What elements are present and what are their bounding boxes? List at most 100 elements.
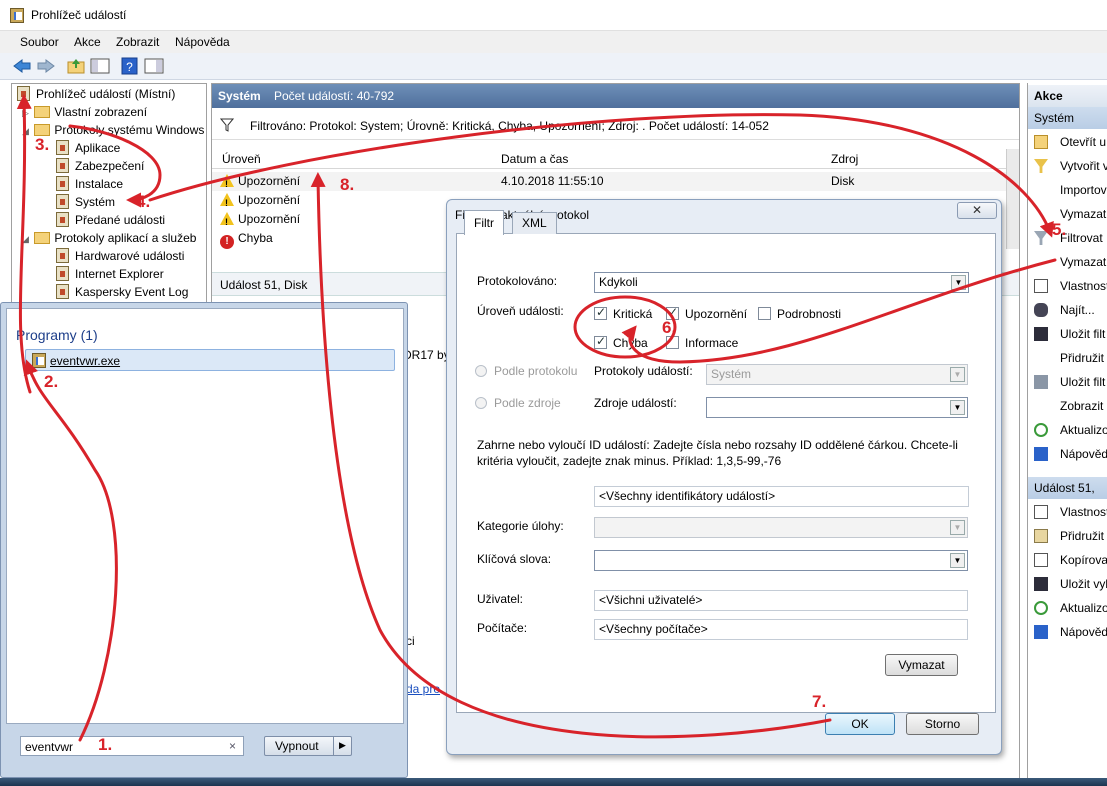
- tree-item-app-service-logs[interactable]: ◢ Protokoly aplikací a služeb: [22, 229, 196, 247]
- column-date[interactable]: Datum a čas: [501, 152, 568, 166]
- tree-item-root[interactable]: Prohlížeč událostí (Místní): [17, 85, 175, 103]
- tree-item-aplikace[interactable]: Aplikace: [56, 139, 120, 157]
- checkbox-podrobnosti[interactable]: [758, 307, 771, 320]
- action-view[interactable]: Zobrazit: [1028, 394, 1107, 418]
- properties-icon: [1034, 505, 1048, 519]
- forward-arrow-icon[interactable]: [36, 57, 56, 75]
- search-input[interactable]: eventvwr ×: [20, 736, 244, 756]
- action-help[interactable]: Nápověd: [1028, 442, 1107, 466]
- user-input[interactable]: <Všichni uživatelé>: [594, 590, 968, 611]
- action-clear-log[interactable]: Vymazat: [1028, 202, 1107, 226]
- tree-item-instalace[interactable]: Instalace: [56, 175, 123, 193]
- action-open-log[interactable]: Otevřít u: [1028, 130, 1107, 154]
- ok-button[interactable]: OK: [825, 713, 895, 735]
- checkbox-chyba[interactable]: [594, 334, 607, 349]
- checkbox-kriticka[interactable]: [594, 305, 607, 320]
- help-icon[interactable]: ?: [120, 57, 140, 75]
- help-icon: [1034, 625, 1048, 639]
- action-event-attach-task[interactable]: Přidružit: [1028, 524, 1107, 548]
- action-filter[interactable]: Filtrovat: [1028, 226, 1107, 250]
- menu-zobrazit[interactable]: Zobrazit: [116, 35, 159, 49]
- event-viewer-icon: [10, 8, 24, 23]
- tree-item-zabezpeceni[interactable]: Zabezpečení: [56, 157, 144, 175]
- computer-input[interactable]: <Všechny počítače>: [594, 619, 968, 640]
- event-id-input[interactable]: <Všechny identifikátory událostí>: [594, 486, 969, 507]
- menu-napoveda[interactable]: Nápověda: [175, 35, 230, 49]
- collapse-arrow-icon[interactable]: ◢: [22, 230, 31, 248]
- filter-bar: Filtrováno: Protokol: System; Úrovně: Kr…: [212, 110, 1019, 140]
- close-icon[interactable]: ✕: [957, 202, 997, 219]
- folder-up-icon[interactable]: [66, 57, 86, 75]
- save-filter-icon: [1034, 375, 1048, 389]
- results-group-title: Programy (1): [16, 327, 98, 343]
- annotation-label: 4.: [136, 192, 151, 211]
- shutdown-button[interactable]: Vypnout ▶: [264, 736, 352, 756]
- keywords-label: Klíčová slova:: [477, 552, 552, 566]
- tree-item-internet-explorer[interactable]: Internet Explorer: [56, 265, 164, 283]
- action-properties[interactable]: Vlastnost: [1028, 274, 1107, 298]
- action-attach-task[interactable]: Přidružit: [1028, 346, 1107, 370]
- events-grid-header: Úroveň Datum a čas Zdroj: [212, 149, 1007, 169]
- keywords-select[interactable]: ▼: [594, 550, 968, 571]
- action-refresh[interactable]: Aktualizo: [1028, 418, 1107, 442]
- tree-item-system[interactable]: Systém: [56, 193, 115, 211]
- action-event-help[interactable]: Nápověd: [1028, 620, 1107, 644]
- action-event-properties[interactable]: Vlastnost: [1028, 500, 1107, 524]
- tree-item-custom-views[interactable]: ▷ Vlastní zobrazení: [22, 103, 147, 121]
- folder-icon: [34, 106, 51, 118]
- collapse-arrow-icon[interactable]: ◢: [22, 122, 31, 140]
- logged-select[interactable]: Kdykoli ▼: [594, 272, 969, 293]
- log-icon: [56, 176, 69, 191]
- action-event-refresh[interactable]: Aktualizo: [1028, 596, 1107, 620]
- cancel-button[interactable]: Storno: [906, 713, 979, 735]
- tree-item-windows-logs[interactable]: ◢ Protokoly systému Windows: [22, 121, 204, 139]
- tab-xml[interactable]: XML: [512, 212, 557, 234]
- action-create-view[interactable]: Vytvořit v: [1028, 154, 1107, 178]
- event-level-label: Úroveň události:: [477, 304, 564, 318]
- result-item-eventvwr[interactable]: eventvwr.exe: [25, 349, 395, 371]
- radio-by-log[interactable]: [475, 365, 487, 377]
- task-category-select[interactable]: ▼: [594, 517, 968, 538]
- chevron-down-icon: ▼: [950, 400, 965, 415]
- show-hide-action-pane-icon[interactable]: [144, 57, 164, 75]
- folder-icon: [34, 232, 51, 244]
- menu-akce[interactable]: Akce: [74, 35, 101, 49]
- tab-filtr[interactable]: Filtr: [464, 210, 504, 235]
- task-icon: [1034, 529, 1048, 543]
- expand-arrow-icon[interactable]: ▷: [22, 104, 31, 122]
- events-header: Systém Počet událostí: 40-792: [212, 84, 1019, 108]
- radio-by-source[interactable]: [475, 397, 487, 409]
- shutdown-options-arrow-icon[interactable]: ▶: [339, 740, 346, 751]
- actions-section-system[interactable]: Systém: [1028, 107, 1107, 129]
- tree-item-hardware-events[interactable]: Hardwarové události: [56, 247, 184, 265]
- actions-section-event[interactable]: Událost 51, Di: [1028, 477, 1107, 517]
- action-save-filter[interactable]: Uložit filt: [1028, 370, 1107, 394]
- events-scrollbar[interactable]: [1006, 149, 1019, 249]
- table-row[interactable]: Upozornění 4.10.2018 11:55:10 Disk: [212, 172, 1007, 194]
- event-detail-title: Událost 51, Disk: [220, 278, 308, 292]
- annotation-label: 6.: [662, 318, 677, 337]
- action-save-filtered[interactable]: Uložit filt: [1028, 322, 1107, 346]
- column-source[interactable]: Zdroj: [831, 152, 858, 166]
- tree-item-forwarded-events[interactable]: Předané události: [56, 211, 165, 229]
- action-save-selected[interactable]: Uložit vyb: [1028, 572, 1107, 596]
- action-find[interactable]: Najít...: [1028, 298, 1107, 322]
- action-import[interactable]: Importov: [1028, 178, 1107, 202]
- event-viewer-icon: [17, 86, 30, 101]
- window-title: Prohlížeč událostí: [31, 8, 127, 22]
- online-help-link[interactable]: da pro: [406, 682, 440, 696]
- event-sources-label: Zdroje událostí:: [594, 396, 677, 410]
- start-menu-results: Programy (1) eventvwr.exe: [6, 308, 404, 724]
- action-clear-filter[interactable]: Vymazat: [1028, 250, 1107, 274]
- event-detail-fragment: DR17 by: [403, 348, 450, 362]
- clear-button[interactable]: Vymazat: [885, 654, 958, 676]
- event-sources-select[interactable]: ▼: [706, 397, 968, 418]
- menu-soubor[interactable]: Soubor: [20, 35, 59, 49]
- show-hide-tree-icon[interactable]: [90, 57, 110, 75]
- back-arrow-icon[interactable]: [12, 57, 32, 75]
- action-copy[interactable]: Kopírova: [1028, 548, 1107, 572]
- column-level[interactable]: Úroveň: [222, 152, 261, 166]
- tree-item-kaspersky[interactable]: Kaspersky Event Log: [56, 283, 188, 301]
- clear-search-icon[interactable]: ×: [229, 739, 236, 753]
- event-logs-select[interactable]: Systém ▼: [706, 364, 968, 385]
